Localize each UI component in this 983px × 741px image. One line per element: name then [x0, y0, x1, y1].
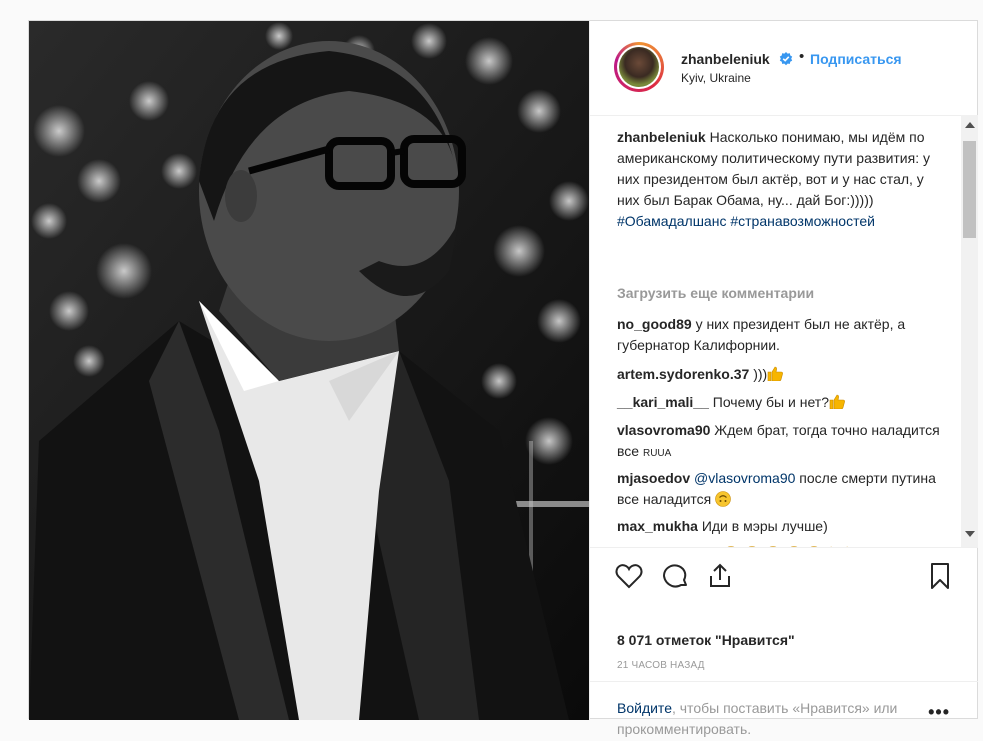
share-icon[interactable]	[705, 561, 735, 591]
comments-scrollbar[interactable]	[961, 115, 978, 547]
caption-username[interactable]: zhanbeleniuk	[617, 129, 706, 145]
comment-username[interactable]: artem.sydorenko.37	[617, 366, 749, 382]
comment-username[interactable]: __kari_mali__	[617, 394, 709, 410]
more-options-icon[interactable]: •••	[928, 702, 950, 723]
post-sidebar: zhanbeleniuk • Подписаться Kyiv, Ukraine…	[589, 21, 978, 737]
scroll-up-arrow-icon[interactable]	[965, 122, 975, 128]
comment-text: Почему бы и нет?	[712, 394, 829, 410]
avatar-image	[619, 47, 659, 87]
comment-item: mjasoedov @vlasovroma90 после смерти пут…	[617, 468, 947, 510]
separator-dot: •	[799, 48, 805, 65]
follow-button[interactable]: Подписаться	[810, 51, 902, 67]
upside-down-emoji	[715, 491, 731, 507]
comment-username[interactable]: mjasoedov	[617, 470, 690, 486]
post-actions: 8 071 отметок "Нравится" 21 ЧАСОВ НАЗАД …	[590, 547, 978, 737]
flag-text: RUUA	[642, 448, 672, 459]
portrait-image	[29, 21, 589, 720]
login-link[interactable]: Войдите	[617, 700, 672, 716]
comment-username[interactable]: max_mukha	[617, 518, 698, 534]
scroll-down-arrow-icon[interactable]	[965, 531, 975, 537]
comment-username[interactable]: no_good89	[617, 316, 692, 332]
comment-text: )))	[753, 366, 768, 382]
comment-item: __kari_mali__ Почему бы и нет?	[617, 392, 947, 413]
location-link[interactable]: Kyiv, Ukraine	[681, 71, 751, 85]
likes-count[interactable]: 8 071 отметок "Нравится"	[617, 632, 795, 648]
comment-item: max_mukha Иди в мэры лучше)	[617, 516, 947, 537]
comment-username[interactable]: vlasovroma90	[617, 422, 710, 438]
hashtag-link[interactable]: #странавозможностей	[730, 213, 875, 229]
mention-link[interactable]: @vlasovroma90	[694, 470, 795, 486]
post-header: zhanbeleniuk • Подписаться Kyiv, Ukraine	[590, 21, 978, 116]
login-prompt: Войдите, чтобы поставить «Нравится» или …	[590, 681, 978, 737]
post-timestamp[interactable]: 21 ЧАСОВ НАЗАД	[617, 660, 705, 671]
scroll-thumb[interactable]	[963, 141, 976, 238]
comment-item: vlasovroma90 Ждем брат, тогда точно нала…	[617, 420, 947, 464]
load-more-comments-button[interactable]: Загрузить еще комментарии	[617, 285, 814, 301]
thumbs-up-emoji	[829, 394, 845, 409]
heart-icon[interactable]	[614, 561, 644, 591]
comment-item: no_good89 у них президент был не актёр, …	[617, 314, 947, 356]
caption: zhanbeleniuk Насколько понимаю, мы идём …	[617, 127, 947, 232]
avatar[interactable]	[614, 42, 664, 92]
username-link[interactable]: zhanbeleniuk	[681, 51, 770, 67]
login-prompt-text: Войдите, чтобы поставить «Нравится» или …	[617, 698, 917, 740]
comment-icon[interactable]	[660, 561, 690, 591]
instagram-post: zhanbeleniuk • Подписаться Kyiv, Ukraine…	[28, 20, 978, 737]
post-photo[interactable]	[29, 21, 589, 720]
hashtag-link[interactable]: #Обамадалшанс	[617, 213, 726, 229]
comment-item: artem.sydorenko.37 )))	[617, 364, 947, 385]
bookmark-icon[interactable]	[925, 561, 955, 591]
verified-badge-icon	[779, 52, 793, 66]
comments-list[interactable]: zhanbeleniuk Насколько понимаю, мы идём …	[590, 115, 978, 547]
thumbs-up-emoji	[767, 366, 784, 381]
comment-text: Иди в мэры лучше)	[701, 518, 828, 534]
